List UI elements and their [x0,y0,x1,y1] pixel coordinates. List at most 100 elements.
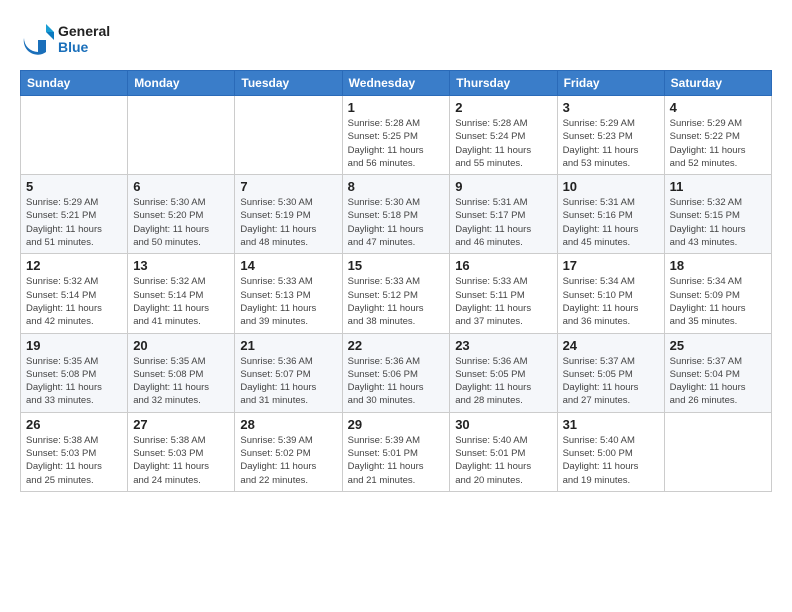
day-header-tuesday: Tuesday [235,71,342,96]
day-info: Sunrise: 5:40 AM Sunset: 5:01 PM Dayligh… [455,434,551,487]
svg-text:General: General [58,23,110,39]
logo-svg: GeneralBlue [20,16,110,60]
calendar-day-16: 16 Sunrise: 5:33 AM Sunset: 5:11 PM Dayli… [450,254,557,333]
day-info: Sunrise: 5:32 AM Sunset: 5:15 PM Dayligh… [670,196,766,249]
calendar-day-24: 24Sunrise: 5:37 AM Sunset: 5:05 PM Dayli… [557,333,664,412]
day-info: Sunrise: 5:39 AM Sunset: 5:01 PM Dayligh… [348,434,445,487]
day-number: 27 [133,417,229,432]
day-info: Sunrise: 5:32 AM Sunset: 5:14 PM Dayligh… [133,275,229,328]
day-number: 19 [26,338,122,353]
day-number: 17 [563,258,659,273]
calendar-day-25: 25 Sunrise: 5:37 AM Sunset: 5:04 PM Dayli… [664,333,771,412]
calendar-empty-cell [128,96,235,175]
day-info: Sunrise: 5:29 AM Sunset: 5:23 PM Dayligh… [563,117,659,170]
day-info: Sunrise: 5:34 AM Sunset: 5:09 PM Dayligh… [670,275,766,328]
day-number: 30 [455,417,551,432]
day-number: 10 [563,179,659,194]
calendar-day-20: 20 Sunrise: 5:35 AM Sunset: 5:08 PM Dayli… [128,333,235,412]
calendar-day-23: 23Sunrise: 5:36 AM Sunset: 5:05 PM Dayli… [450,333,557,412]
day-number: 15 [348,258,445,273]
day-info: Sunrise: 5:32 AM Sunset: 5:14 PM Dayligh… [26,275,122,328]
day-info: Sunrise: 5:30 AM Sunset: 5:19 PM Dayligh… [240,196,336,249]
calendar-day-17: 17 Sunrise: 5:34 AM Sunset: 5:10 PM Dayli… [557,254,664,333]
calendar-day-2: 2Sunrise: 5:28 AM Sunset: 5:24 PM Daylig… [450,96,557,175]
calendar-empty-cell [21,96,128,175]
day-number: 14 [240,258,336,273]
calendar-day-9: 9 Sunrise: 5:31 AM Sunset: 5:17 PM Daylig… [450,175,557,254]
day-number: 4 [670,100,766,115]
day-number: 20 [133,338,229,353]
day-info: Sunrise: 5:29 AM Sunset: 5:22 PM Dayligh… [670,117,766,170]
day-info: Sunrise: 5:37 AM Sunset: 5:04 PM Dayligh… [670,355,766,408]
day-number: 9 [455,179,551,194]
calendar-week-row: 12Sunrise: 5:32 AM Sunset: 5:14 PM Dayli… [21,254,772,333]
calendar-day-15: 15Sunrise: 5:33 AM Sunset: 5:12 PM Dayli… [342,254,450,333]
day-info: Sunrise: 5:35 AM Sunset: 5:08 PM Dayligh… [133,355,229,408]
day-number: 31 [563,417,659,432]
day-info: Sunrise: 5:37 AM Sunset: 5:05 PM Dayligh… [563,355,659,408]
svg-text:Blue: Blue [58,39,89,55]
day-number: 1 [348,100,445,115]
calendar-header-row: SundayMondayTuesdayWednesdayThursdayFrid… [21,71,772,96]
calendar-empty-cell [235,96,342,175]
calendar-day-26: 26 Sunrise: 5:38 AM Sunset: 5:03 PM Dayli… [21,412,128,491]
day-number: 16 [455,258,551,273]
day-info: Sunrise: 5:31 AM Sunset: 5:16 PM Dayligh… [563,196,659,249]
calendar-day-5: 5Sunrise: 5:29 AM Sunset: 5:21 PM Daylig… [21,175,128,254]
day-header-sunday: Sunday [21,71,128,96]
calendar-day-19: 19Sunrise: 5:35 AM Sunset: 5:08 PM Dayli… [21,333,128,412]
calendar-table: SundayMondayTuesdayWednesdayThursdayFrid… [20,70,772,492]
day-info: Sunrise: 5:36 AM Sunset: 5:06 PM Dayligh… [348,355,445,408]
day-header-wednesday: Wednesday [342,71,450,96]
day-info: Sunrise: 5:36 AM Sunset: 5:07 PM Dayligh… [240,355,336,408]
day-number: 28 [240,417,336,432]
day-header-thursday: Thursday [450,71,557,96]
calendar-day-14: 14 Sunrise: 5:33 AM Sunset: 5:13 PM Dayli… [235,254,342,333]
day-info: Sunrise: 5:28 AM Sunset: 5:25 PM Dayligh… [348,117,445,170]
calendar-week-row: 26 Sunrise: 5:38 AM Sunset: 5:03 PM Dayli… [21,412,772,491]
header: GeneralBlue [20,16,772,60]
day-number: 11 [670,179,766,194]
day-header-friday: Friday [557,71,664,96]
day-info: Sunrise: 5:30 AM Sunset: 5:18 PM Dayligh… [348,196,445,249]
calendar-container: GeneralBlue SundayMondayTuesdayWednesday… [0,0,792,502]
day-number: 21 [240,338,336,353]
day-info: Sunrise: 5:34 AM Sunset: 5:10 PM Dayligh… [563,275,659,328]
calendar-week-row: 1 Sunrise: 5:28 AM Sunset: 5:25 PM Daylig… [21,96,772,175]
day-info: Sunrise: 5:39 AM Sunset: 5:02 PM Dayligh… [240,434,336,487]
calendar-day-18: 18Sunrise: 5:34 AM Sunset: 5:09 PM Dayli… [664,254,771,333]
day-info: Sunrise: 5:31 AM Sunset: 5:17 PM Dayligh… [455,196,551,249]
day-number: 25 [670,338,766,353]
day-info: Sunrise: 5:33 AM Sunset: 5:11 PM Dayligh… [455,275,551,328]
day-header-monday: Monday [128,71,235,96]
day-info: Sunrise: 5:30 AM Sunset: 5:20 PM Dayligh… [133,196,229,249]
day-number: 5 [26,179,122,194]
day-number: 2 [455,100,551,115]
day-number: 22 [348,338,445,353]
day-number: 26 [26,417,122,432]
day-info: Sunrise: 5:38 AM Sunset: 5:03 PM Dayligh… [133,434,229,487]
calendar-week-row: 19 Sunrise: 5:35 AM Sunset: 5:08 PM Dayli… [21,333,772,412]
day-info: Sunrise: 5:40 AM Sunset: 5:00 PM Dayligh… [563,434,659,487]
day-info: Sunrise: 5:38 AM Sunset: 5:03 PM Dayligh… [26,434,122,487]
day-info: Sunrise: 5:36 AM Sunset: 5:05 PM Dayligh… [455,355,551,408]
calendar-day-8: 8 Sunrise: 5:30 AM Sunset: 5:18 PM Daylig… [342,175,450,254]
calendar-day-22: 22 Sunrise: 5:36 AM Sunset: 5:06 PM Dayli… [342,333,450,412]
calendar-week-row: 5Sunrise: 5:29 AM Sunset: 5:21 PM Daylig… [21,175,772,254]
day-number: 13 [133,258,229,273]
calendar-day-31: 31 Sunrise: 5:40 AM Sunset: 5:00 PM Dayli… [557,412,664,491]
calendar-day-13: 13 Sunrise: 5:32 AM Sunset: 5:14 PM Dayli… [128,254,235,333]
day-number: 7 [240,179,336,194]
calendar-day-6: 6 Sunrise: 5:30 AM Sunset: 5:20 PM Daylig… [128,175,235,254]
day-number: 3 [563,100,659,115]
calendar-day-28: 28 Sunrise: 5:39 AM Sunset: 5:02 PM Dayli… [235,412,342,491]
day-info: Sunrise: 5:33 AM Sunset: 5:13 PM Dayligh… [240,275,336,328]
day-number: 6 [133,179,229,194]
calendar-day-29: 29Sunrise: 5:39 AM Sunset: 5:01 PM Dayli… [342,412,450,491]
calendar-day-1: 1 Sunrise: 5:28 AM Sunset: 5:25 PM Daylig… [342,96,450,175]
day-number: 8 [348,179,445,194]
calendar-empty-cell [664,412,771,491]
calendar-day-11: 11 Sunrise: 5:32 AM Sunset: 5:15 PM Dayli… [664,175,771,254]
calendar-day-21: 21 Sunrise: 5:36 AM Sunset: 5:07 PM Dayli… [235,333,342,412]
calendar-day-10: 10 Sunrise: 5:31 AM Sunset: 5:16 PM Dayli… [557,175,664,254]
